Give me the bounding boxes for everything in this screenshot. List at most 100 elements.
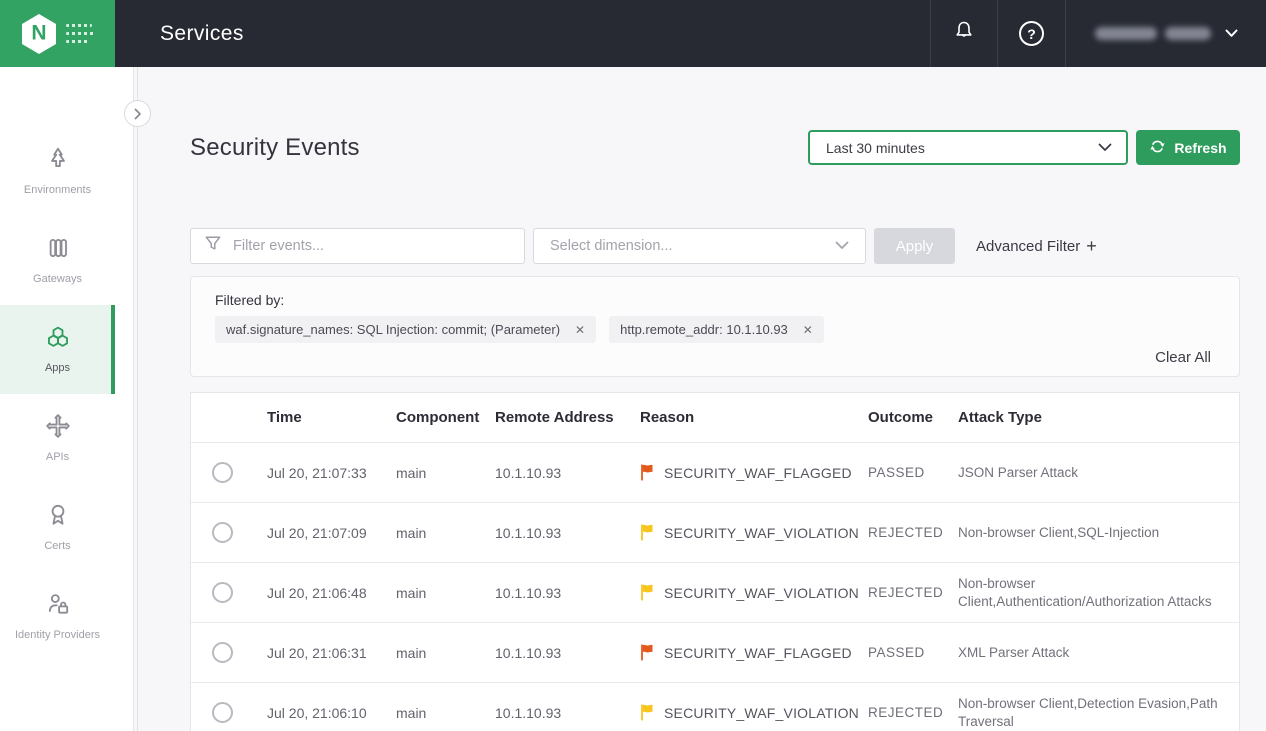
close-icon[interactable]: ✕ <box>575 324 585 336</box>
filter-events-field <box>190 228 525 264</box>
topbar: N Services ? <box>0 0 1266 67</box>
cross-waypoint-icon <box>43 413 73 444</box>
cell-outcome: PASSED <box>855 465 945 480</box>
filtered-by-panel: Filtered by: waf.signature_names: SQL In… <box>190 276 1240 377</box>
main-content: Security Events Last 30 minutes <box>138 67 1266 731</box>
cell-attack-type: JSON Parser Attack <box>945 464 1239 482</box>
sidebar-item-identity-providers[interactable]: Identity Providers <box>0 572 115 661</box>
cell-component: main <box>383 525 482 541</box>
cell-time: Jul 20, 21:07:33 <box>254 465 383 481</box>
table-row[interactable]: Jul 20, 21:06:10 main 10.1.10.93 SECURIT… <box>191 682 1239 731</box>
hexagon-cluster-icon <box>42 324 74 355</box>
chevron-down-icon <box>835 237 849 255</box>
row-radio[interactable] <box>212 582 233 603</box>
sidebar-item-environments[interactable]: Environments <box>0 127 115 216</box>
dimension-select[interactable]: Select dimension... <box>533 228 866 264</box>
cell-attack-type: Non-browser Client,Authentication/Author… <box>945 575 1239 610</box>
column-header-time: Time <box>254 409 383 426</box>
advanced-filter-button[interactable]: Advanced Filter + <box>976 236 1097 257</box>
bell-icon <box>952 19 976 48</box>
cell-attack-type: XML Parser Attack <box>945 644 1239 662</box>
cell-component: main <box>383 585 482 601</box>
sidebar-item-certs[interactable]: Certs <box>0 483 115 572</box>
refresh-button[interactable]: Refresh <box>1136 130 1240 165</box>
sidebar-item-apps[interactable]: Apps <box>0 305 115 394</box>
cell-remote-address: 10.1.10.93 <box>482 585 623 601</box>
chevron-down-icon <box>1098 139 1112 157</box>
help-button[interactable]: ? <box>998 0 1065 67</box>
cell-component: main <box>383 645 482 661</box>
time-range-value: Last 30 minutes <box>826 140 925 156</box>
sidebar-item-gateways[interactable]: Gateways <box>0 216 115 305</box>
cell-time: Jul 20, 21:06:31 <box>254 645 383 661</box>
ribbon-icon <box>43 502 73 533</box>
table-row[interactable]: Jul 20, 21:07:09 main 10.1.10.93 SECURIT… <box>191 502 1239 562</box>
sidebar-item-apis[interactable]: APIs <box>0 394 115 483</box>
apply-button[interactable]: Apply <box>874 228 955 264</box>
cell-time: Jul 20, 21:06:48 <box>254 585 383 601</box>
notifications-button[interactable] <box>931 0 997 67</box>
cell-outcome: REJECTED <box>855 525 945 540</box>
person-lock-icon <box>43 591 73 622</box>
column-header-attack-type: Attack Type <box>945 409 1239 426</box>
cell-component: main <box>383 705 482 721</box>
cell-reason: SECURITY_WAF_VIOLATION <box>623 703 855 722</box>
column-header-component: Component <box>383 409 482 426</box>
cell-outcome: PASSED <box>855 645 945 660</box>
dimension-placeholder: Select dimension... <box>550 238 673 254</box>
row-radio[interactable] <box>212 642 233 663</box>
filter-events-input[interactable] <box>233 238 514 254</box>
funnel-icon <box>204 235 222 257</box>
cell-time: Jul 20, 21:06:10 <box>254 705 383 721</box>
refresh-icon <box>1149 138 1166 158</box>
cell-component: main <box>383 465 482 481</box>
help-icon: ? <box>1019 21 1044 46</box>
cell-attack-type: Non-browser Client,Detection Evasion,Pat… <box>945 695 1239 730</box>
app-title: Services <box>160 22 244 46</box>
row-radio[interactable] <box>212 462 233 483</box>
refresh-label: Refresh <box>1174 140 1226 156</box>
column-header-outcome: Outcome <box>855 409 945 426</box>
row-radio[interactable] <box>212 522 233 543</box>
security-events-table: Time Component Remote Address Reason Out… <box>190 392 1240 731</box>
cell-reason: SECURITY_WAF_VIOLATION <box>623 523 855 542</box>
column-header-reason: Reason <box>623 409 855 426</box>
table-row[interactable]: Jul 20, 21:06:48 main 10.1.10.93 SECURIT… <box>191 562 1239 622</box>
chevron-down-icon <box>1225 25 1238 43</box>
fence-icon <box>43 235 73 266</box>
column-header-remote-address: Remote Address <box>482 409 623 426</box>
cell-reason: SECURITY_WAF_VIOLATION <box>623 583 855 602</box>
cell-remote-address: 10.1.10.93 <box>482 465 623 481</box>
user-name-redacted <box>1095 27 1211 40</box>
nginx-hexagon-icon: N <box>19 12 59 56</box>
clear-all-button[interactable]: Clear All <box>1151 347 1215 368</box>
cell-remote-address: 10.1.10.93 <box>482 705 623 721</box>
page-title: Security Events <box>190 134 360 162</box>
flag-icon <box>640 703 654 722</box>
cell-reason: SECURITY_WAF_FLAGGED <box>623 643 855 662</box>
cell-attack-type: Non-browser Client,SQL-Injection <box>945 524 1239 542</box>
expand-panel-button[interactable] <box>124 100 151 127</box>
table-header-row: Time Component Remote Address Reason Out… <box>191 393 1239 442</box>
tree-icon <box>43 146 73 177</box>
flag-icon <box>640 643 654 662</box>
filter-chip: waf.signature_names: SQL Injection: comm… <box>215 316 596 343</box>
cell-time: Jul 20, 21:07:09 <box>254 525 383 541</box>
user-menu[interactable] <box>1066 0 1266 67</box>
table-row[interactable]: Jul 20, 21:07:33 main 10.1.10.93 SECURIT… <box>191 442 1239 502</box>
nginx-logo[interactable]: N <box>0 0 115 67</box>
flag-icon <box>640 583 654 602</box>
cell-remote-address: 10.1.10.93 <box>482 525 623 541</box>
flag-icon <box>640 523 654 542</box>
cell-outcome: REJECTED <box>855 705 945 720</box>
table-row[interactable]: Jul 20, 21:06:31 main 10.1.10.93 SECURIT… <box>191 622 1239 682</box>
time-range-select[interactable]: Last 30 minutes <box>808 130 1128 165</box>
plus-icon: + <box>1086 236 1097 257</box>
filtered-by-label: Filtered by: <box>215 292 1215 308</box>
filter-chip: http.remote_addr: 10.1.10.93 ✕ <box>609 316 824 343</box>
close-icon[interactable]: ✕ <box>803 324 813 336</box>
row-radio[interactable] <box>212 702 233 723</box>
sidebar: Environments Gateways Apps APIs <box>0 67 134 731</box>
brand-letter: N <box>31 21 46 45</box>
cell-outcome: REJECTED <box>855 585 945 600</box>
